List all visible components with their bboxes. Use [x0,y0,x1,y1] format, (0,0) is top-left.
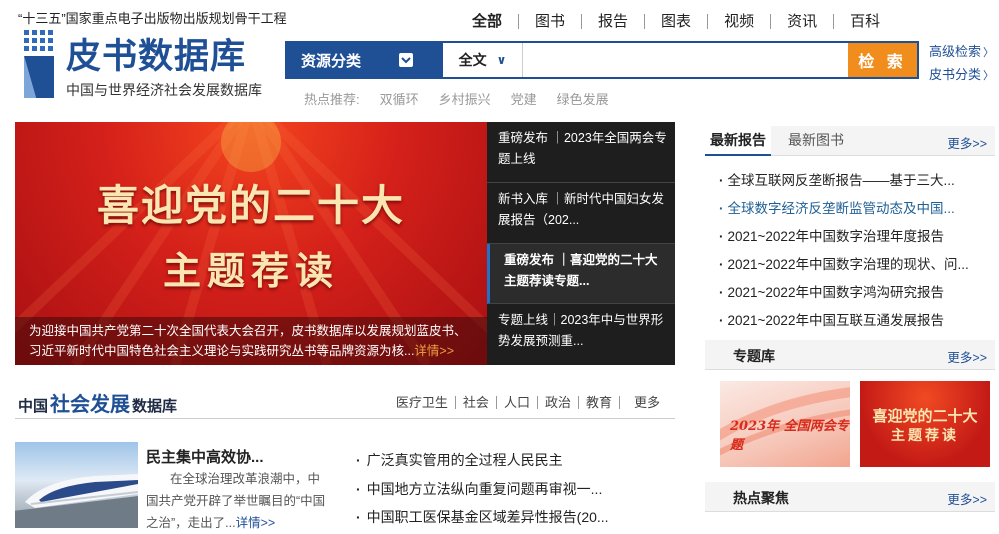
thumb-party-line2: 主题荐读 [891,428,959,444]
hot-term[interactable]: 乡村振兴 [439,89,491,108]
news-item[interactable]: 新书入库 ｜新时代中国妇女发展报告（202... [487,183,675,244]
social-db-tabs: 医疗卫生 社会 人口 政治 教育 更多 [389,396,667,409]
latest-tabs: 最新报告 最新图书 更多>> [705,126,995,156]
tab-latest-books[interactable]: 最新图书 [783,126,849,156]
logo-subtitle: 中国与世界经济社会发展数据库 [66,82,262,98]
social-db-title[interactable]: 中国 社会发展 数据库 [18,388,177,417]
hot-term[interactable]: 双循环 [380,89,419,108]
tab-population[interactable]: 人口 [497,396,538,409]
search-bar: 资源分类 全文 ∨ 检 索 [285,41,919,79]
top-nav: 全部 图书 报告 图表 视频 资讯 百科 [456,14,896,29]
hot-term[interactable]: 绿色发展 [557,89,609,108]
hot-label: 热点推荐: [304,92,360,107]
list-item[interactable]: 中国职工医保基金区域差异性报告(20... [356,503,609,532]
feature-train-image[interactable] [15,442,138,528]
topic-two-sessions-thumb[interactable]: 2023年 全国两会专题 [720,381,850,467]
hot-recommend: 热点推荐: 双循环 乡村振兴 党建 绿色发展 [304,89,629,108]
latest-report-list: 全球互联网反垄断报告——基于三大... 全球数字经济反垄断监管动态及中国... … [719,167,969,335]
tab-education[interactable]: 教育 [579,396,620,409]
latest-more-link[interactable]: 更多>> [947,133,987,152]
nav-videos[interactable]: 视频 [708,14,772,29]
thumb-party-line1: 喜迎党的二十大 [872,407,978,425]
topic-more-link[interactable]: 更多>> [947,347,987,366]
banner-headline: 喜迎党的二十大 [96,181,405,230]
search-side-links: 高级检索〉 皮书分类〉 [929,41,994,87]
resource-category-dropdown[interactable]: 资源分类 [287,43,443,77]
chevron-right-icon: 〉 [983,47,995,59]
tab-society[interactable]: 社会 [456,396,497,409]
carousel-news-list: 重磅发布 ｜2023年全国两会专题上线 新书入库 ｜新时代中国妇女发展报告（20… [487,122,675,365]
banner-caption: 为迎接中国共产党第二十次全国代表大会召开，皮书数据库以发展规划蓝皮书、习近平新时… [15,317,487,365]
list-item[interactable]: 全球互联网反垄断报告——基于三大... [719,167,969,195]
list-item[interactable]: 2021~2022年中国数字治理年度报告 [719,223,969,251]
tab-health[interactable]: 医疗卫生 [389,396,456,409]
logo-title: 皮书数据库 [66,36,247,77]
nav-charts[interactable]: 图表 [645,14,709,29]
nav-news[interactable]: 资讯 [771,14,835,29]
chevron-down-icon [399,53,413,67]
nav-encyclopedia[interactable]: 百科 [834,14,896,29]
nav-books[interactable]: 图书 [519,14,583,29]
topic-party-congress-thumb[interactable]: 喜迎党的二十大 主题荐读 [860,381,990,467]
hot-focus-header: 热点聚焦 更多>> [705,482,995,512]
social-article-list: 广泛真实管用的全过程人民民主 中国地方立法纵向重复问题再审视一... 中国职工医… [356,446,609,532]
train-illustration [15,474,138,528]
hot-term[interactable]: 党建 [511,89,537,108]
feature-description: 在全球治理改革浪潮中，中国共产党开辟了举世瞩目的“中国之治”，走出了...详情>… [146,472,326,530]
topic-library-header: 专题库 更多>> [705,340,995,370]
banner-more-link[interactable]: 详情>> [414,344,454,358]
site-logo[interactable]: 皮书数据库 中国与世界经济社会发展数据库 [20,28,280,104]
thumb-two-sessions-text: 2023年 全国两会专题 [730,419,849,453]
list-item[interactable]: 中国地方立法纵向重复问题再审视一... [356,475,609,504]
site-header: “十三五”国家重点电子出版物出版规划骨干工程 皮书数据库 中国与世界经济社会发展… [0,0,999,118]
list-item[interactable]: 2021~2022年中国数字治理的现状、问... [719,251,969,279]
carousel-banner[interactable]: 喜迎党的二十大 主题荐读 为迎接中国共产党第二十次全国代表大会召开，皮书数据库以… [15,122,487,365]
tab-more[interactable]: 更多 [620,396,667,409]
chevron-right-icon: 〉 [983,70,995,82]
list-item[interactable]: 2021~2022年中国数字鸿沟研究报告 [719,279,969,307]
topic-library-title: 专题库 [733,348,775,364]
social-db-header: 中国 社会发展 数据库 医疗卫生 社会 人口 政治 教育 更多 [15,383,675,419]
nav-reports[interactable]: 报告 [582,14,646,29]
nav-all[interactable]: 全部 [456,14,520,29]
tab-politics[interactable]: 政治 [538,396,579,409]
news-item[interactable]: 重磅发布 ｜2023年全国两会专题上线 [487,122,675,183]
list-item[interactable]: 广泛真实管用的全过程人民民主 [356,446,609,475]
news-item-active[interactable]: 重磅发布 ｜喜迎党的二十大主题荐读专题... [487,243,675,305]
banner-subheadline: 主题荐读 [162,248,339,293]
pishu-category-link[interactable]: 皮书分类〉 [929,64,994,87]
resource-category-label: 资源分类 [301,52,362,70]
header-slogan: “十三五”国家重点电子出版物出版规划骨干工程 [18,11,287,26]
hot-focus-more-link[interactable]: 更多>> [947,489,987,508]
logo-book-icon [24,30,54,98]
list-item[interactable]: 全球数字经济反垄断监管动态及中国... [719,195,969,223]
search-scope-value: 全文 [458,52,487,68]
news-item[interactable]: 专题上线｜2023年中与世界形势发展预测重... [487,304,675,365]
hot-focus-title: 热点聚焦 [733,490,789,506]
tab-latest-reports[interactable]: 最新报告 [705,126,771,156]
search-scope-select[interactable]: 全文 ∨ [443,43,523,77]
caret-down-icon: ∨ [496,53,507,67]
feature-title[interactable]: 民主集中高效协... [146,446,264,467]
advanced-search-link[interactable]: 高级检索〉 [929,41,994,64]
search-button[interactable]: 检 索 [848,43,917,77]
search-input[interactable] [523,43,848,77]
list-item[interactable]: 2021~2022年中国互联互通发展报告 [719,307,969,335]
